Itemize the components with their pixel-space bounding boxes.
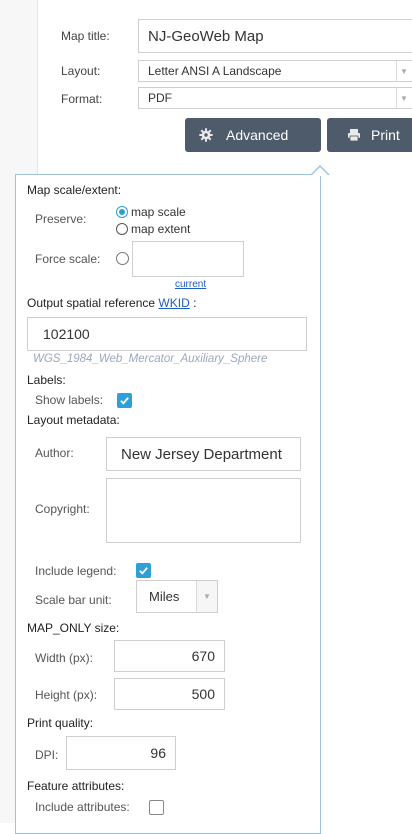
include-legend-checkbox[interactable] [136, 563, 151, 578]
layout-select-value: Letter ANSI A Landscape [148, 64, 282, 78]
force-scale-label: Force scale: [35, 252, 101, 266]
format-select[interactable]: PDF ▼ [138, 87, 412, 109]
width-label: Width (px): [35, 651, 94, 665]
layout-metadata-heading: Layout metadata: [27, 413, 120, 427]
wkid-input[interactable]: 102100 [27, 317, 307, 351]
format-label: Format: [61, 92, 103, 106]
chevron-down-icon: ▼ [196, 581, 217, 612]
scale-bar-unit-value: Miles [149, 589, 180, 604]
map-title-input[interactable]: NJ-GeoWeb Map [138, 19, 412, 53]
copyright-textarea[interactable] [106, 478, 301, 543]
height-input[interactable]: 500 [114, 678, 225, 710]
printer-icon [347, 128, 361, 142]
author-label: Author: [35, 446, 74, 460]
author-input[interactable]: New Jersey Department [106, 437, 301, 471]
dpi-label: DPI: [35, 748, 59, 762]
wkid-hint: WGS_1984_Web_Mercator_Auxiliary_Sphere [33, 353, 268, 365]
width-input[interactable]: 670 [114, 640, 225, 672]
print-button[interactable]: Print [327, 118, 412, 152]
format-select-value: PDF [148, 91, 172, 105]
advanced-button-label: Advanced [226, 127, 289, 143]
radio-map-extent[interactable] [116, 223, 128, 235]
check-icon [139, 567, 148, 575]
scale-extent-heading: Map scale/extent: [27, 183, 122, 197]
labels-heading: Labels: [27, 373, 66, 387]
sr-heading-suffix: : [189, 296, 197, 310]
map-title-label: Map title: [61, 29, 110, 43]
copyright-label: Copyright: [35, 502, 90, 516]
radio-map-scale-label: map scale [131, 205, 186, 219]
include-legend-label: Include legend: [35, 564, 117, 578]
preserve-label: Preserve: [35, 212, 87, 226]
chevron-down-icon: ▼ [396, 61, 411, 81]
layout-label: Layout: [61, 64, 101, 78]
chevron-down-icon: ▼ [396, 88, 411, 108]
check-icon [120, 397, 129, 405]
advanced-button[interactable]: Advanced [185, 118, 321, 152]
show-labels-checkbox[interactable] [117, 393, 132, 408]
sr-heading-text: Output spatial reference [27, 296, 159, 310]
scale-bar-unit-select[interactable]: Miles ▼ [136, 580, 218, 613]
radio-map-scale[interactable] [116, 206, 128, 218]
current-scale-link[interactable]: current [175, 279, 206, 290]
show-labels-label: Show labels: [35, 393, 104, 407]
feature-attributes-heading: Feature attributes: [27, 779, 125, 793]
print-quality-heading: Print quality: [27, 716, 94, 730]
map-only-size-heading: MAP_ONLY size: [27, 621, 120, 635]
gear-icon [199, 128, 213, 142]
scale-bar-unit-label: Scale bar unit: [35, 593, 112, 607]
force-scale-radio[interactable] [116, 252, 129, 265]
layout-select[interactable]: Letter ANSI A Landscape ▼ [138, 60, 412, 82]
radio-map-extent-label: map extent [131, 222, 191, 236]
force-scale-input[interactable] [132, 241, 244, 277]
height-label: Height (px): [35, 688, 98, 702]
panel-caret-inner [311, 167, 329, 176]
include-attributes-checkbox[interactable] [149, 800, 164, 815]
dpi-input[interactable]: 96 [66, 736, 176, 770]
print-button-label: Print [371, 127, 400, 143]
wkid-link[interactable]: WKID [158, 296, 189, 310]
spatial-reference-heading: Output spatial reference WKID : [27, 296, 196, 310]
include-attributes-label: Include attributes: [35, 800, 130, 814]
